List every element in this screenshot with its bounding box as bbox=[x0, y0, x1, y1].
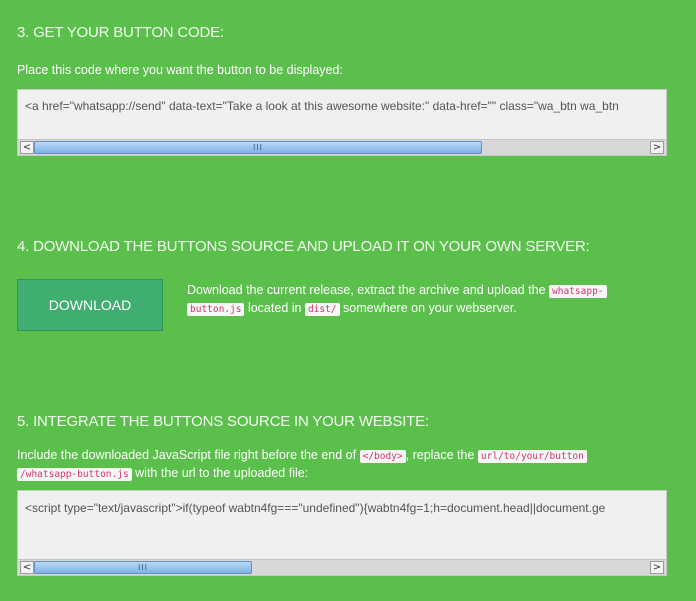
script-code-text[interactable]: <script type="text/javascript">if(typeof… bbox=[25, 501, 605, 515]
button-code-box[interactable]: <a href="whatsapp://send" data-text="Tak… bbox=[17, 89, 667, 156]
step5-description: Include the downloaded JavaScript file r… bbox=[17, 447, 677, 483]
dist-folder-code: dist/ bbox=[304, 303, 340, 316]
button-code-text[interactable]: <a href="whatsapp://send" data-text="Tak… bbox=[25, 99, 619, 113]
script-code-box[interactable]: <script type="text/javascript">if(typeof… bbox=[17, 490, 667, 576]
download-button[interactable]: DOWNLOAD bbox=[17, 279, 163, 331]
step4-description: Download the current release, extract th… bbox=[187, 282, 657, 318]
step4-heading: 4. DOWNLOAD THE BUTTONS SOURCE AND UPLOA… bbox=[17, 238, 590, 255]
step5-heading: 5. INTEGRATE THE BUTTONS SOURCE IN YOUR … bbox=[17, 413, 429, 430]
scrollbar-thumb[interactable]: III bbox=[34, 561, 252, 574]
url-path-code: url/to/your/button bbox=[477, 450, 587, 463]
scroll-left-arrow-icon[interactable]: < bbox=[20, 141, 34, 154]
step3-instruction: Place this code where you want the butto… bbox=[17, 63, 343, 77]
step3-heading: 3. GET YOUR BUTTON CODE: bbox=[17, 24, 224, 41]
body-tag-code: </body> bbox=[359, 450, 406, 463]
filename-code: whatsapp- bbox=[549, 285, 607, 298]
button-code-scrollbar[interactable]: < III > bbox=[18, 139, 666, 155]
scroll-left-arrow-icon[interactable]: < bbox=[20, 561, 34, 574]
scroll-right-arrow-icon[interactable]: > bbox=[650, 561, 664, 574]
script-code-scrollbar[interactable]: < III > bbox=[18, 559, 666, 575]
scrollbar-thumb[interactable]: III bbox=[34, 141, 482, 154]
scroll-right-arrow-icon[interactable]: > bbox=[650, 141, 664, 154]
url-path-code-continued: /whatsapp-button.js bbox=[17, 468, 132, 481]
filename-code-continued: button.js bbox=[187, 303, 245, 316]
